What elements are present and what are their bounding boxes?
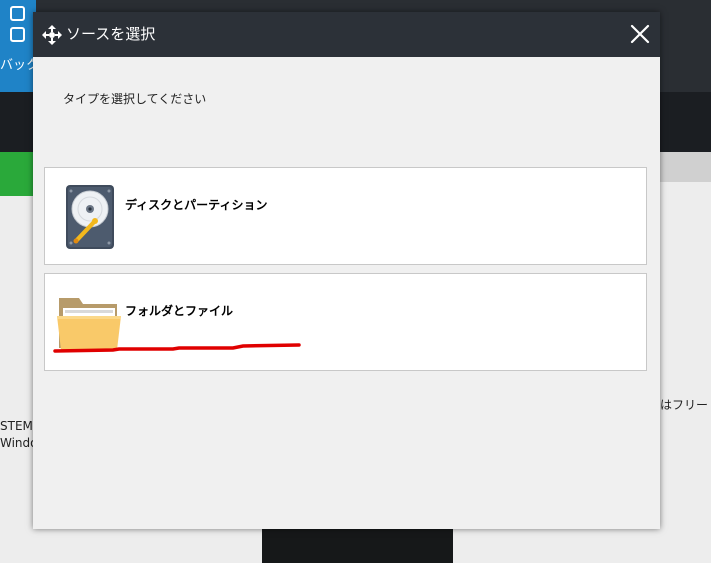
background-green-tab [0, 152, 36, 196]
option-label: ディスクとパーティション [125, 198, 268, 212]
move-arrows-icon [42, 25, 62, 45]
dialog-title: ソースを選択 [66, 25, 156, 43]
background-checkbox-icon [10, 27, 25, 42]
background-text: はフリー [660, 398, 709, 412]
background-checkbox-icon [10, 6, 25, 21]
background-bottom-panel [262, 529, 453, 563]
select-source-dialog: ソースを選択 タイプを選択してください ディスクとパーティション フォルダとファ… [33, 12, 660, 529]
dialog-titlebar: ソースを選択 [33, 12, 660, 57]
option-disk-and-partition[interactable]: ディスクとパーティション [44, 167, 647, 265]
hard-disk-icon [66, 185, 114, 249]
option-folders-and-files[interactable]: フォルダとファイル [44, 273, 647, 371]
background-right-strip [660, 152, 711, 182]
close-icon[interactable] [628, 22, 652, 46]
red-annotation-underline [53, 343, 301, 353]
background-app-toolbar-left [0, 0, 36, 92]
option-label: フォルダとファイル [125, 304, 234, 318]
dialog-subtitle: タイプを選択してください [63, 92, 207, 106]
background-text: STEM [0, 419, 33, 433]
